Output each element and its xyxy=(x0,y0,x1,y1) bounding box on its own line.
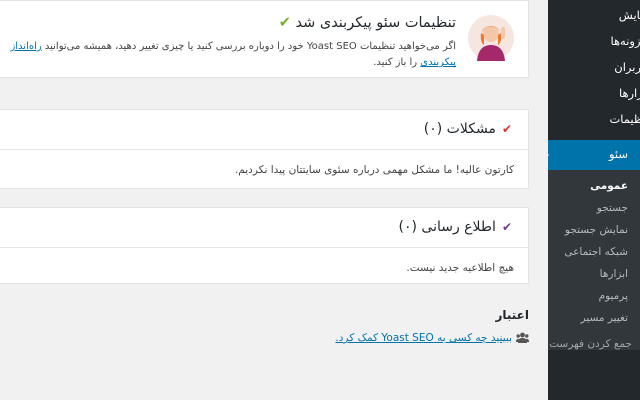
sidebar-item-label: کاربران xyxy=(614,60,640,74)
sidebar-item-users[interactable]: کاربران xyxy=(550,54,640,80)
collapse-menu-button[interactable]: جمع کردن فهرست xyxy=(549,338,632,350)
sidebar-item-label: افزونه‌ها xyxy=(610,34,640,48)
green-check-icon: ✔ xyxy=(278,15,291,31)
credits-link[interactable]: ببینید چه کسی به Yoast SEO کمک کرد. xyxy=(335,332,512,344)
problems-message: کارتون عالیه! ما مشکل مهمی درباره سئوی س… xyxy=(234,164,514,176)
submenu-item-search[interactable]: جستجو xyxy=(597,202,628,214)
credits-title: اعتبار xyxy=(495,308,529,322)
submenu-item-search-appearance[interactable]: نمایش جستجو xyxy=(565,224,628,236)
sidebar-item-label: تنظیمات xyxy=(609,112,640,126)
submenu-item-social[interactable]: شبکه اجتماعی xyxy=(564,246,628,258)
people-icon xyxy=(516,332,529,343)
notifications-title-text: اطلاع رسانی (۰) xyxy=(398,219,496,235)
problems-title-text: مشکلات (۰) xyxy=(423,121,496,137)
sidebar-item-label: ابزارها xyxy=(618,86,640,100)
problems-header[interactable]: ✔ مشکلات (۰) xyxy=(0,110,528,150)
notifications-title: ✔ اطلاع رسانی (۰) xyxy=(399,219,513,235)
submenu-item-tools[interactable]: ابزارها xyxy=(600,268,628,280)
sidebar-item-plugins[interactable]: افزونه‌ها xyxy=(550,28,640,54)
configuration-done-title-text: تنظیمات سئو پیکربندی شد xyxy=(295,15,456,31)
notifications-message: هیچ اطلاعیه جدید نیست. xyxy=(406,262,514,274)
sidebar-item-seo-label: سئو xyxy=(608,147,628,161)
configuration-done-card: تنظیمات سئو پیکربندی شد ✔ اگر می‌خواهید … xyxy=(0,0,529,78)
admin-sidebar: نمایش افزونه‌ها کاربران ابزارها تنظیمات … xyxy=(548,0,640,400)
configuration-text-part2: را باز کنید. xyxy=(373,57,421,68)
sidebar-item-appearance[interactable]: نمایش xyxy=(550,2,640,28)
sidebar-item-label: نمایش xyxy=(618,8,640,22)
current-menu-arrow xyxy=(543,149,549,161)
sidebar-item-tools[interactable]: ابزارها xyxy=(550,80,640,106)
credits-row: ببینید چه کسی به Yoast SEO کمک کرد. xyxy=(335,332,529,344)
submenu-item-redirects[interactable]: تغییر مسیر xyxy=(581,312,628,324)
problems-title: ✔ مشکلات (۰) xyxy=(424,121,512,137)
purple-check-icon: ✔ xyxy=(501,220,512,234)
problems-card: ✔ مشکلات (۰) کارتون عالیه! ما مشکل مهمی د… xyxy=(0,109,529,189)
yoast-avatar-icon xyxy=(468,15,514,61)
submenu-item-general[interactable]: عمومی xyxy=(590,180,628,192)
configuration-done-text: اگر می‌خواهید تنظیمات Yoast SEO خود را د… xyxy=(1,39,456,71)
red-check-icon: ✔ xyxy=(501,122,512,136)
sidebar-item-settings[interactable]: تنظیمات xyxy=(550,106,640,132)
configuration-done-title: تنظیمات سئو پیکربندی شد ✔ xyxy=(275,15,456,31)
notifications-card: ✔ اطلاع رسانی (۰) هیچ اطلاعیه جدید نیست. xyxy=(0,207,529,284)
configuration-text-part1: اگر می‌خواهید تنظیمات Yoast SEO خود را د… xyxy=(41,41,456,52)
submenu-item-premium[interactable]: پرمیوم xyxy=(599,290,628,302)
notifications-header[interactable]: ✔ اطلاع رسانی (۰) xyxy=(0,208,528,248)
